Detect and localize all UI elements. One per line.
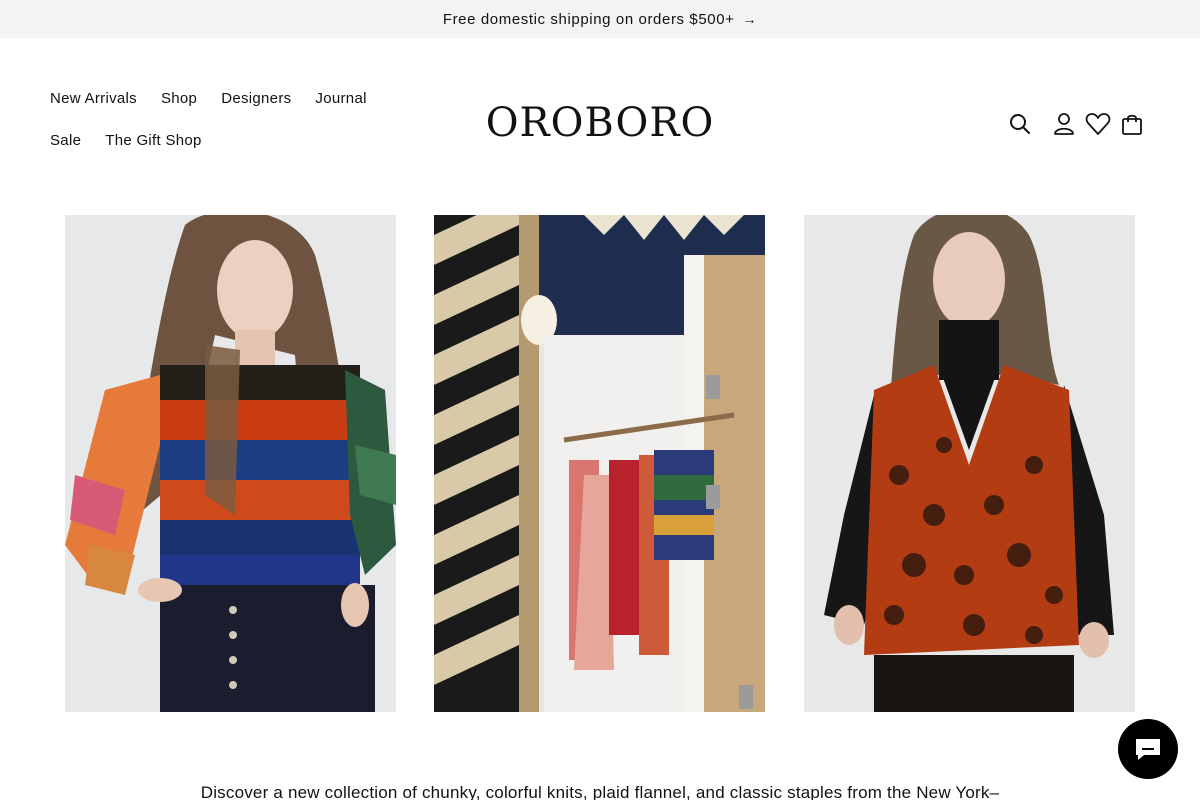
- main-nav: New Arrivals Shop Designers Journal Sale…: [50, 88, 430, 152]
- nav-item-sale[interactable]: Sale: [50, 130, 81, 152]
- model-striped-sweater-image[interactable]: [65, 215, 396, 712]
- nav-item-shop[interactable]: Shop: [161, 88, 197, 110]
- search-icon[interactable]: [1006, 110, 1034, 138]
- announcement-bar[interactable]: Free domestic shipping on orders $500+ →: [0, 0, 1200, 38]
- site-logo[interactable]: OROBORO: [470, 98, 730, 148]
- wishlist-heart-icon[interactable]: [1084, 110, 1112, 138]
- nav-item-journal[interactable]: Journal: [315, 88, 366, 110]
- account-icon[interactable]: [1050, 110, 1078, 138]
- nav-item-new-arrivals[interactable]: New Arrivals: [50, 88, 137, 110]
- hero-gallery: [0, 215, 1200, 712]
- site-header: New Arrivals Shop Designers Journal Sale…: [0, 38, 1200, 208]
- chat-button[interactable]: [1118, 719, 1178, 779]
- model-orange-vest-image[interactable]: [804, 215, 1135, 712]
- nav-item-designers[interactable]: Designers: [221, 88, 291, 110]
- intro-text: Discover a new collection of chunky, col…: [200, 783, 1000, 800]
- nav-item-gift-shop[interactable]: The Gift Shop: [105, 130, 201, 152]
- announcement-text: Free domestic shipping on orders $500+: [442, 10, 735, 28]
- cart-bag-icon[interactable]: [1118, 110, 1146, 138]
- boutique-fitting-room-image[interactable]: [434, 215, 765, 712]
- chat-bubble-icon: [1136, 739, 1160, 760]
- arrow-right-icon: →: [742, 11, 758, 27]
